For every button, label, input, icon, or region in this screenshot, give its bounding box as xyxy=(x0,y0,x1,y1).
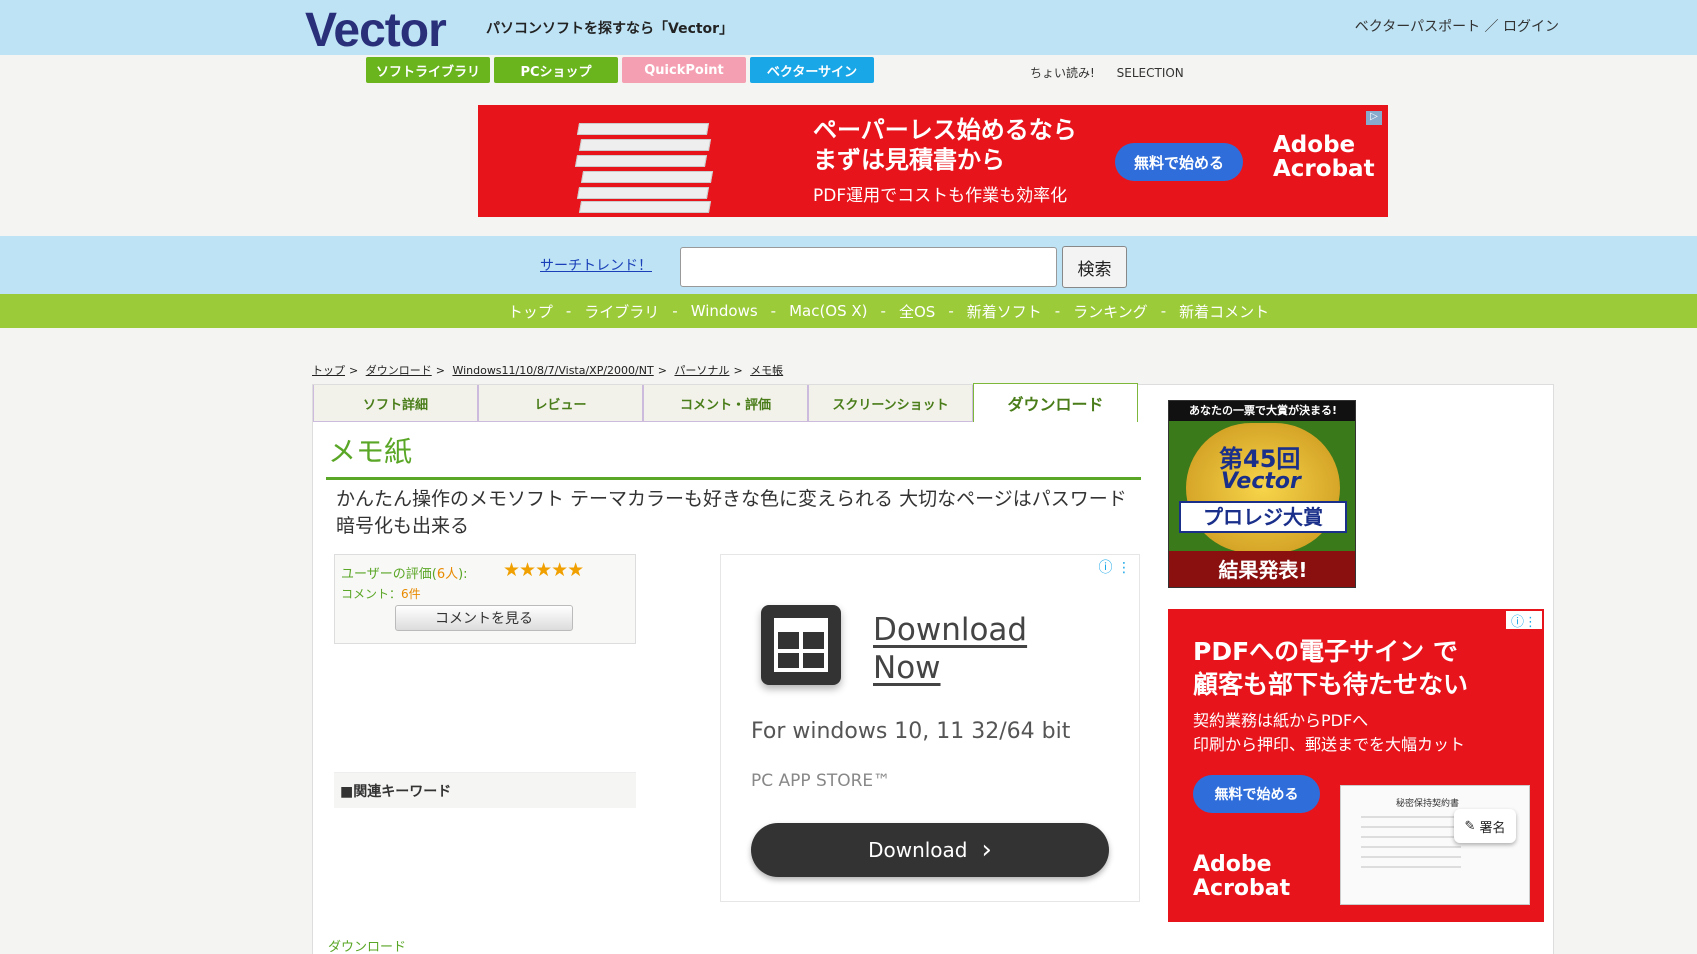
award-result: 結果発表! xyxy=(1169,551,1355,587)
title-divider xyxy=(326,477,1141,480)
menu-separator: - xyxy=(565,302,572,320)
rating-label: ユーザーの評価(6人): xyxy=(341,567,468,582)
menu-new-comments[interactable]: 新着コメント xyxy=(1179,301,1269,322)
site-tagline: パソコンソフトを探すなら「Vector」 xyxy=(486,21,734,37)
rating-stars: ★★★★★ xyxy=(503,559,584,581)
software-description: かんたん操作のメモソフト テーマカラーも好きな色に変えられる 大切なページはパス… xyxy=(336,488,1127,537)
top-ad-brand: Adobe Acrobat xyxy=(1273,132,1375,182)
nav-vector-sign-button[interactable]: ベクターサイン xyxy=(750,57,874,83)
breadcrumb-separator: > xyxy=(349,364,359,377)
award-brand: Vector xyxy=(1221,469,1301,494)
search-trend-link[interactable]: サーチトレンド！ xyxy=(540,255,652,275)
menu-mac[interactable]: Mac(OS X) xyxy=(789,302,867,320)
menu-windows[interactable]: Windows xyxy=(691,302,758,320)
top-ad-subline: PDF運用でコストも作業も効率化 xyxy=(813,186,1068,206)
detail-tabs: ソフト詳細 レビュー コメント・評価 スクリーンショット ダウンロード xyxy=(313,383,1138,422)
search-band: サーチトレンド！ 検索 xyxy=(0,236,1697,294)
menu-library[interactable]: ライブラリ xyxy=(584,301,659,322)
app-grid-icon xyxy=(761,605,841,685)
right-adobe-ad[interactable]: ⓘ⋮ PDFへの電子サイン で 顧客も部下も待たせない 契約業務は紙からPDFへ… xyxy=(1168,609,1544,922)
top-header: Vector パソコンソフトを探すなら「Vector」 ベクターパスポート ／ … xyxy=(0,0,1697,58)
paper-stack-image xyxy=(568,115,718,215)
nav-soft-library-button[interactable]: ソフトライブラリ xyxy=(366,57,490,83)
download-section-label: ダウンロード xyxy=(328,940,407,954)
prorege-award-banner[interactable]: あなたの一票で大賞が決まる! 第45回 Vector プロレジ大賞 結果発表! xyxy=(1168,400,1356,588)
breadcrumb-separator: > xyxy=(657,364,667,377)
top-ad-headline: ペーパーレス始めるなら まずは見積書から xyxy=(813,116,1077,174)
contract-document-image: 秘密保持契約書 xyxy=(1340,785,1530,905)
menu-separator: - xyxy=(1160,302,1167,320)
vector-logo[interactable]: Vector xyxy=(305,3,447,58)
nav-pc-shop-button[interactable]: PCショップ xyxy=(494,57,618,83)
breadcrumb-top[interactable]: トップ xyxy=(312,364,345,377)
top-ad-cta-button[interactable]: 無料で始める xyxy=(1115,143,1243,181)
breadcrumb: トップ > ダウンロード > Windows11/10/8/7/Vista/XP/2… xyxy=(312,362,783,378)
menu-separator: - xyxy=(1054,302,1061,320)
menu-separator: - xyxy=(770,302,777,320)
breadcrumb-download[interactable]: ダウンロード xyxy=(366,364,432,377)
right-ad-brand: Adobe Acrobat xyxy=(1193,852,1291,901)
pen-icon: ✎ xyxy=(1464,818,1476,834)
ad-platform-text: For windows 10, 11 32/64 bit xyxy=(751,719,1071,744)
tab-comments[interactable]: コメント・評価 xyxy=(643,385,808,422)
related-keywords-heading: ■関連キーワード xyxy=(334,772,636,808)
menu-top[interactable]: トップ xyxy=(508,301,553,322)
menu-all-os[interactable]: 全OS xyxy=(899,301,935,322)
comment-count: コメント：6件 xyxy=(341,587,421,601)
award-name: プロレジ大賞 xyxy=(1179,501,1347,533)
nav-quickpoint-button[interactable]: QuickPoint xyxy=(622,57,746,83)
sign-badge: ✎ 署名 xyxy=(1454,809,1516,843)
tab-screenshot[interactable]: スクリーンショット xyxy=(808,385,973,422)
right-ad-headline: PDFへの電子サイン で 顧客も部下も待たせない xyxy=(1193,637,1469,699)
page-title: メモ紙 xyxy=(328,435,413,468)
main-menu: トップ - ライブラリ - Windows - Mac(OS X) - 全OS - 新着ソ… xyxy=(0,294,1697,328)
passport-login-link[interactable]: ベクターパスポート ／ ログイン xyxy=(1355,16,1559,36)
choi-yomi-link[interactable]: ちょい読み! xyxy=(1030,66,1095,80)
breadcrumb-separator: > xyxy=(435,364,445,377)
adchoices-icon[interactable]: ▷ xyxy=(1366,111,1382,125)
menu-ranking[interactable]: ランキング xyxy=(1073,301,1148,322)
breadcrumb-separator: > xyxy=(733,364,743,377)
menu-separator: - xyxy=(880,302,886,320)
menu-new-soft[interactable]: 新着ソフト xyxy=(967,301,1042,322)
award-top-text: あなたの一票で大賞が決まる! xyxy=(1169,401,1355,421)
right-ad-subline: 契約業務は紙からPDFへ 印刷から押印、郵送までを大幅カット xyxy=(1193,711,1466,754)
breadcrumb-memo[interactable]: メモ帳 xyxy=(750,364,783,377)
menu-separator: - xyxy=(948,302,954,320)
sub-links: ちょい読み! SELECTION xyxy=(1030,64,1202,81)
tab-review[interactable]: レビュー xyxy=(478,385,643,422)
ad-download-button[interactable]: Download › xyxy=(751,823,1109,877)
ad-title-link[interactable]: Download Now xyxy=(873,611,1027,687)
user-rating-box: ユーザーの評価(6人): ★★★★★ コメント：6件 コメントを見る xyxy=(334,554,636,644)
ad-info-icon[interactable]: ⓘ⋮ xyxy=(1506,611,1542,630)
top-banner-ad[interactable]: ペーパーレス始めるなら まずは見積書から PDF運用でコストも作業も効率化 無料… xyxy=(478,105,1388,217)
chevron-right-icon: › xyxy=(981,835,992,865)
search-input[interactable] xyxy=(680,247,1057,287)
view-comments-button[interactable]: コメントを見る xyxy=(395,605,573,631)
search-button[interactable]: 検索 xyxy=(1062,246,1127,288)
menu-separator: - xyxy=(672,302,678,320)
breadcrumb-windows[interactable]: Windows11/10/8/7/Vista/XP/2000/NT xyxy=(452,364,653,377)
tab-download[interactable]: ダウンロード xyxy=(973,383,1138,422)
download-now-ad[interactable]: ⓘ ⋮ Download Now For windows 10, 11 32/6… xyxy=(720,554,1140,902)
right-ad-cta-button[interactable]: 無料で始める xyxy=(1193,775,1320,813)
selection-link[interactable]: SELECTION xyxy=(1117,66,1184,80)
service-nav: ソフトライブラリ PCショップ QuickPoint ベクターサイン xyxy=(366,57,874,83)
tab-soft-details[interactable]: ソフト詳細 xyxy=(313,385,478,422)
ad-store-text: PC APP STORE™ xyxy=(751,771,891,791)
breadcrumb-personal[interactable]: パーソナル xyxy=(674,364,729,377)
ad-info-icon[interactable]: ⓘ ⋮ xyxy=(1099,557,1131,577)
